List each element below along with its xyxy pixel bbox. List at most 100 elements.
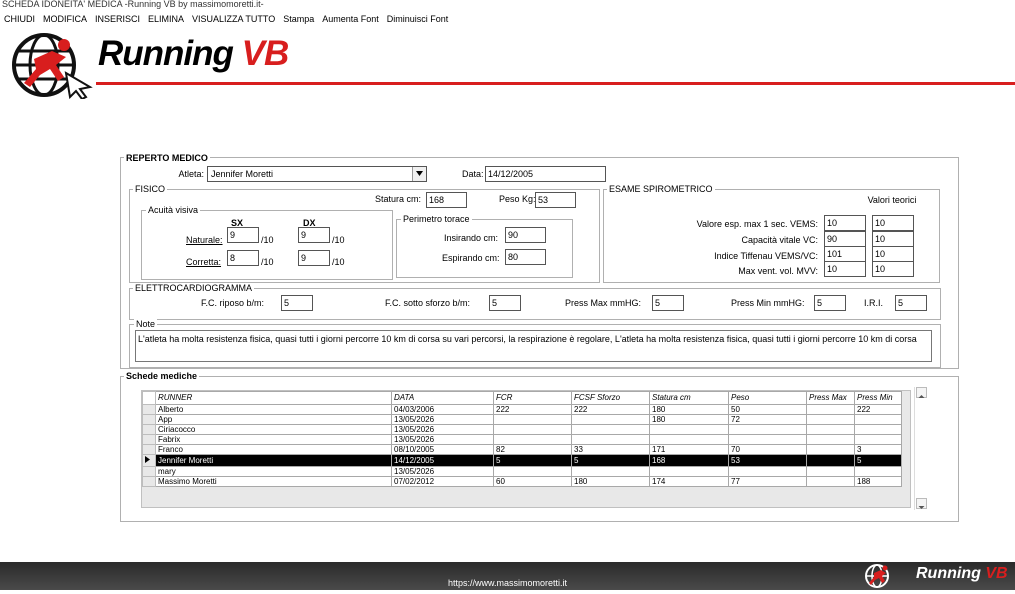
vc-field[interactable]: 90 bbox=[824, 231, 866, 247]
table-cell[interactable] bbox=[728, 466, 807, 477]
table-cell[interactable] bbox=[493, 466, 572, 477]
tiffenau-teorico-field[interactable]: 10 bbox=[872, 246, 914, 262]
table-cell[interactable] bbox=[571, 466, 650, 477]
statura-field[interactable]: 168 bbox=[426, 192, 467, 208]
mvv-teorico-field[interactable]: 10 bbox=[872, 261, 914, 277]
table-cell[interactable] bbox=[806, 454, 855, 467]
table-cell[interactable]: 08/10/2005 bbox=[391, 444, 494, 455]
column-header[interactable]: Press Max bbox=[806, 391, 855, 405]
table-cell[interactable] bbox=[571, 424, 650, 435]
vc-teorico-field[interactable]: 10 bbox=[872, 231, 914, 247]
table-cell[interactable] bbox=[854, 424, 902, 435]
fc-riposo-field[interactable]: 5 bbox=[281, 295, 313, 311]
menu-inserisci[interactable]: INSERISCI bbox=[91, 11, 144, 27]
fc-sforzo-field[interactable]: 5 bbox=[489, 295, 521, 311]
table-cell[interactable]: 222 bbox=[571, 404, 650, 415]
menu-chiudi[interactable]: CHIUDI bbox=[0, 11, 39, 27]
table-row[interactable]: Franco 08/10/2005 82 33 171 70 3 bbox=[142, 444, 902, 455]
table-cell[interactable]: 53 bbox=[728, 454, 807, 467]
table-cell[interactable]: 14/12/2005 bbox=[391, 454, 494, 467]
table-cell[interactable] bbox=[493, 424, 572, 435]
corretta-sx-field[interactable]: 8 bbox=[227, 250, 259, 266]
table-cell[interactable] bbox=[493, 414, 572, 425]
row-selector[interactable] bbox=[142, 424, 156, 435]
press-min-field[interactable]: 5 bbox=[814, 295, 846, 311]
table-cell[interactable]: 13/05/2026 bbox=[391, 424, 494, 435]
table-cell[interactable] bbox=[854, 434, 902, 445]
table-cell[interactable]: 13/05/2026 bbox=[391, 414, 494, 425]
table-cell[interactable] bbox=[649, 434, 729, 445]
data-field[interactable]: 14/12/2005 bbox=[485, 166, 606, 182]
menu-diminuisci-font[interactable]: Diminuisci Font bbox=[383, 11, 453, 27]
table-cell[interactable]: 72 bbox=[728, 414, 807, 425]
table-cell[interactable] bbox=[571, 434, 650, 445]
table-cell[interactable] bbox=[806, 466, 855, 477]
row-selector[interactable] bbox=[142, 444, 156, 455]
table-cell[interactable]: 3 bbox=[854, 444, 902, 455]
table-cell[interactable]: 188 bbox=[854, 476, 902, 487]
row-selector[interactable] bbox=[142, 434, 156, 445]
chevron-down-icon[interactable] bbox=[412, 167, 426, 181]
table-cell[interactable] bbox=[854, 466, 902, 477]
menu-aumenta-font[interactable]: Aumenta Font bbox=[318, 11, 383, 27]
table-cell[interactable] bbox=[806, 434, 855, 445]
table-cell[interactable]: 222 bbox=[493, 404, 572, 415]
table-cell[interactable]: 180 bbox=[571, 476, 650, 487]
table-cell[interactable] bbox=[728, 434, 807, 445]
table-cell[interactable] bbox=[649, 466, 729, 477]
table-cell[interactable]: Ciriacocco bbox=[155, 424, 392, 435]
table-row[interactable]: Alberto 04/03/2006 222 222 180 50 222 bbox=[142, 404, 902, 415]
row-selector[interactable] bbox=[142, 476, 156, 487]
table-cell[interactable]: 180 bbox=[649, 414, 729, 425]
corretta-dx-field[interactable]: 9 bbox=[298, 250, 330, 266]
note-textarea[interactable]: L'atleta ha molta resistenza fisica, qua… bbox=[135, 330, 932, 362]
grid-vertical-scrollbar[interactable] bbox=[914, 387, 928, 510]
table-cell[interactable]: 07/02/2012 bbox=[391, 476, 494, 487]
menu-stampa[interactable]: Stampa bbox=[279, 11, 318, 27]
table-cell[interactable]: 33 bbox=[571, 444, 650, 455]
table-cell[interactable] bbox=[728, 424, 807, 435]
table-cell[interactable]: 168 bbox=[649, 454, 729, 467]
column-header[interactable]: Press Min bbox=[854, 391, 902, 405]
espirando-field[interactable]: 80 bbox=[505, 249, 546, 265]
insirando-field[interactable]: 90 bbox=[505, 227, 546, 243]
table-cell[interactable] bbox=[806, 424, 855, 435]
table-cell[interactable]: Franco bbox=[155, 444, 392, 455]
table-cell[interactable]: 5 bbox=[493, 454, 572, 467]
column-header[interactable]: FCR bbox=[493, 391, 572, 405]
iri-field[interactable]: 5 bbox=[895, 295, 927, 311]
naturale-dx-field[interactable]: 9 bbox=[298, 227, 330, 243]
table-cell[interactable] bbox=[649, 424, 729, 435]
column-header[interactable]: DATA bbox=[391, 391, 494, 405]
table-cell[interactable]: mary bbox=[155, 466, 392, 477]
table-cell[interactable]: 5 bbox=[854, 454, 902, 467]
table-cell[interactable]: 171 bbox=[649, 444, 729, 455]
scroll-down-icon[interactable] bbox=[916, 498, 927, 509]
table-cell[interactable]: 82 bbox=[493, 444, 572, 455]
column-header[interactable]: FCSF Sforzo bbox=[571, 391, 650, 405]
table-row[interactable]: Ciriacocco 13/05/2026 bbox=[142, 424, 902, 435]
mvv-field[interactable]: 10 bbox=[824, 261, 866, 277]
table-cell[interactable]: 180 bbox=[649, 404, 729, 415]
table-row[interactable]: Jennifer Moretti 14/12/2005 5 5 168 53 5 bbox=[142, 454, 902, 467]
table-cell[interactable]: 77 bbox=[728, 476, 807, 487]
column-header[interactable]: Peso bbox=[728, 391, 807, 405]
table-row[interactable]: App 13/05/2026 180 72 bbox=[142, 414, 902, 425]
row-selector[interactable] bbox=[142, 466, 156, 477]
table-cell[interactable]: 5 bbox=[571, 454, 650, 467]
table-cell[interactable] bbox=[854, 414, 902, 425]
table-cell[interactable] bbox=[806, 404, 855, 415]
peso-field[interactable]: 53 bbox=[535, 192, 576, 208]
table-cell[interactable]: 222 bbox=[854, 404, 902, 415]
current-row-arrow-icon[interactable] bbox=[142, 454, 156, 467]
table-cell[interactable]: Fabrix bbox=[155, 434, 392, 445]
press-max-field[interactable]: 5 bbox=[652, 295, 684, 311]
table-cell[interactable]: 60 bbox=[493, 476, 572, 487]
table-cell[interactable]: 174 bbox=[649, 476, 729, 487]
table-cell[interactable]: 50 bbox=[728, 404, 807, 415]
vems-teorico-field[interactable]: 10 bbox=[872, 215, 914, 231]
table-cell[interactable] bbox=[571, 414, 650, 425]
scroll-up-icon[interactable] bbox=[916, 387, 927, 398]
table-cell[interactable]: 70 bbox=[728, 444, 807, 455]
atleta-combo[interactable]: Jennifer Moretti bbox=[207, 166, 427, 182]
